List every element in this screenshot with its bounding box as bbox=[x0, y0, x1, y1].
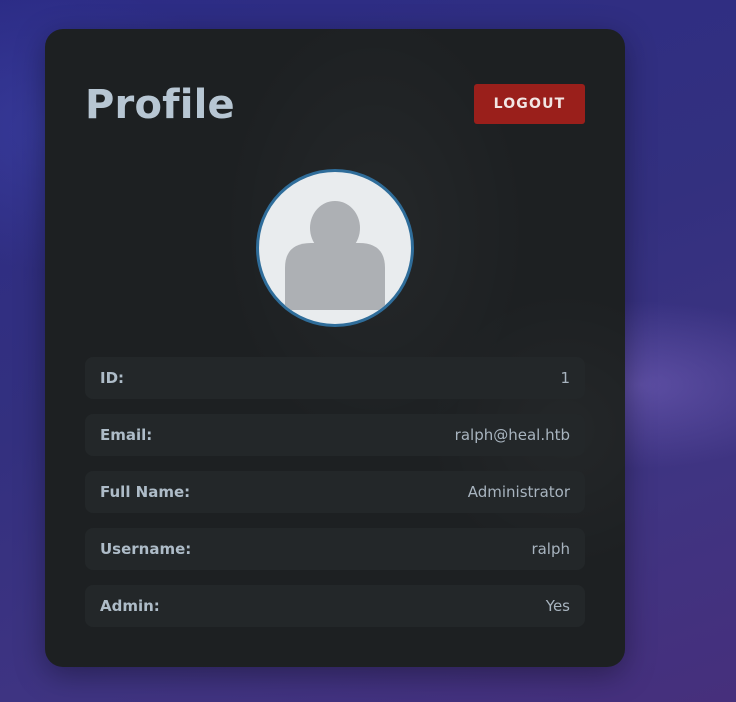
info-row-id: ID: 1 bbox=[85, 357, 585, 399]
user-silhouette-icon bbox=[285, 201, 385, 310]
email-value: ralph@heal.htb bbox=[454, 426, 570, 444]
admin-label: Admin: bbox=[100, 597, 160, 615]
info-row-email: Email: ralph@heal.htb bbox=[85, 414, 585, 456]
admin-value: Yes bbox=[545, 597, 570, 615]
full-name-value: Administrator bbox=[467, 483, 570, 501]
page-title: Profile bbox=[85, 82, 235, 128]
id-value: 1 bbox=[560, 369, 570, 387]
profile-card: Profile LOGOUT ID: 1 Email: ralph@heal.h… bbox=[45, 29, 625, 667]
full-name-label: Full Name: bbox=[100, 483, 191, 501]
info-row-full-name: Full Name: Administrator bbox=[85, 471, 585, 513]
email-label: Email: bbox=[100, 426, 153, 444]
info-row-admin: Admin: Yes bbox=[85, 585, 585, 627]
username-value: ralph bbox=[531, 540, 570, 558]
avatar bbox=[256, 169, 414, 327]
info-row-username: Username: ralph bbox=[85, 528, 585, 570]
id-label: ID: bbox=[100, 369, 125, 387]
logout-button[interactable]: LOGOUT bbox=[474, 84, 585, 124]
username-label: Username: bbox=[100, 540, 192, 558]
